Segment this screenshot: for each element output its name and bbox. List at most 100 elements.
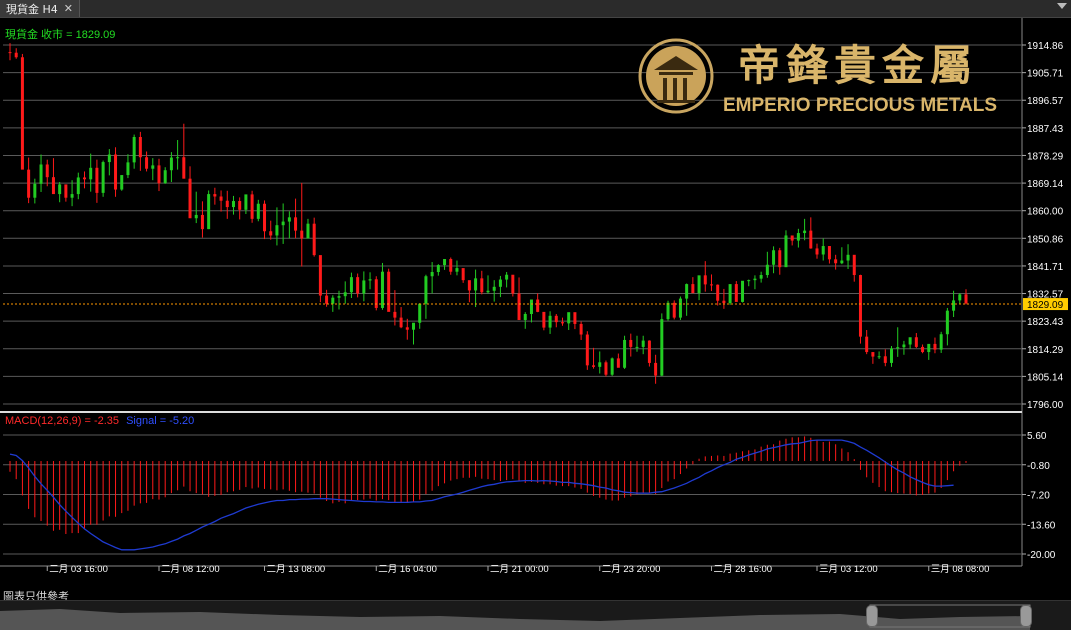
candle <box>318 255 322 303</box>
candle-body <box>132 137 136 163</box>
time-tick-label: 三月 03 12:00 <box>819 564 878 575</box>
candle-body <box>660 319 664 376</box>
candle-body <box>567 312 571 324</box>
price-tick-label: 1887.43 <box>1027 124 1064 135</box>
price-tick-label: 1850.86 <box>1027 234 1064 245</box>
candle-body <box>33 183 37 198</box>
candle-body <box>647 340 651 363</box>
candle-body <box>325 295 329 304</box>
logo-chinese-text: 帝鋒貴金屬 <box>738 41 978 90</box>
candle-body <box>238 201 242 210</box>
candle <box>678 296 682 321</box>
candle-body <box>691 284 695 294</box>
candle-body <box>281 221 285 226</box>
macd-tick-label: 5.60 <box>1027 431 1047 442</box>
price-tick-label: 1796.00 <box>1027 400 1064 411</box>
candle-body <box>362 280 366 294</box>
candle-body <box>194 214 198 219</box>
candle-body <box>480 278 484 293</box>
candle <box>207 190 211 230</box>
candle-body <box>294 217 298 231</box>
macd-tick-label: -13.60 <box>1027 520 1056 531</box>
price-tick-label: 1869.14 <box>1027 179 1064 190</box>
candle-body <box>492 286 496 291</box>
candle-body <box>772 250 776 265</box>
candle-body <box>138 137 142 158</box>
candle-body <box>455 268 459 272</box>
candle-body <box>58 184 62 195</box>
candle <box>623 335 627 369</box>
candle-body <box>306 223 310 239</box>
candle-body <box>678 298 682 318</box>
candle-body <box>523 313 527 321</box>
candle-body <box>467 280 471 291</box>
candle-body <box>39 164 43 184</box>
candle-body <box>45 164 49 178</box>
chart-scrollbar[interactable] <box>0 600 1071 630</box>
candle-body <box>231 201 235 208</box>
candle-body <box>207 194 211 230</box>
scrollbar-right-handle[interactable] <box>1020 605 1032 627</box>
candle-body <box>585 334 589 366</box>
window-titlebar: 現貨金 H4 ✕ <box>0 0 1071 18</box>
candle-body <box>629 339 633 347</box>
candle-body <box>151 165 155 169</box>
scrollbar-left-handle[interactable] <box>866 605 878 627</box>
candle <box>120 175 124 191</box>
candle-body <box>511 274 515 294</box>
candle-body <box>443 259 447 266</box>
candle-body <box>225 200 229 208</box>
candle-body <box>269 231 273 236</box>
candle <box>511 274 515 297</box>
candle-body <box>623 339 627 368</box>
candle-body <box>157 165 161 184</box>
candle-body <box>250 194 254 219</box>
time-tick-label: 二月 28 16:00 <box>713 564 772 575</box>
current-price-label: 1829.09 <box>1027 300 1064 311</box>
candle-body <box>902 344 906 348</box>
candle-body <box>548 315 552 328</box>
candle-body <box>64 184 68 198</box>
candle-body <box>70 194 74 198</box>
macd-value-label: MACD(12,26,9) = -2.35 <box>5 415 119 427</box>
candle-body <box>666 302 670 320</box>
candle <box>647 340 651 367</box>
candle-body <box>734 284 738 302</box>
price-chart[interactable]: 帝鋒貴金屬 EMPERIO PRECIOUS METALS 現貨金 收市 = 1… <box>0 18 1071 600</box>
candle-body <box>349 277 353 293</box>
candle-body <box>852 254 856 276</box>
candle <box>114 147 118 197</box>
candle-body <box>840 260 844 264</box>
candle-body <box>560 322 564 324</box>
candle-body <box>896 347 900 349</box>
close-icon[interactable]: ✕ <box>64 2 73 15</box>
candle-body <box>120 175 124 190</box>
candle-body <box>865 336 869 353</box>
time-tick-label: 二月 21 00:00 <box>490 564 549 575</box>
tab-chart[interactable]: 現貨金 H4 ✕ <box>0 0 80 17</box>
candle-body <box>846 254 850 261</box>
candle-body <box>728 284 732 304</box>
time-tick-label: 二月 13 08:00 <box>267 564 326 575</box>
candle <box>610 357 614 376</box>
candle-body <box>126 162 130 176</box>
price-header-label: 現貨金 收市 = 1829.09 <box>5 27 115 41</box>
candle-body <box>219 196 223 201</box>
candle-body <box>418 303 422 323</box>
candle-body <box>616 358 620 368</box>
candle-body <box>20 57 24 170</box>
candle-body <box>790 235 794 241</box>
candle <box>374 276 378 311</box>
candle <box>741 280 745 303</box>
candle-body <box>89 167 93 180</box>
price-tick-label: 1805.14 <box>1027 372 1064 383</box>
candle-body <box>182 157 186 179</box>
candle-body <box>82 177 86 180</box>
candle <box>858 274 862 344</box>
candle-body <box>287 217 291 222</box>
candle-body <box>256 203 260 219</box>
price-tick-label: 1878.29 <box>1027 151 1064 162</box>
chevron-down-icon[interactable] <box>1057 3 1067 9</box>
candle-body <box>312 223 316 256</box>
candle-body <box>498 279 502 287</box>
